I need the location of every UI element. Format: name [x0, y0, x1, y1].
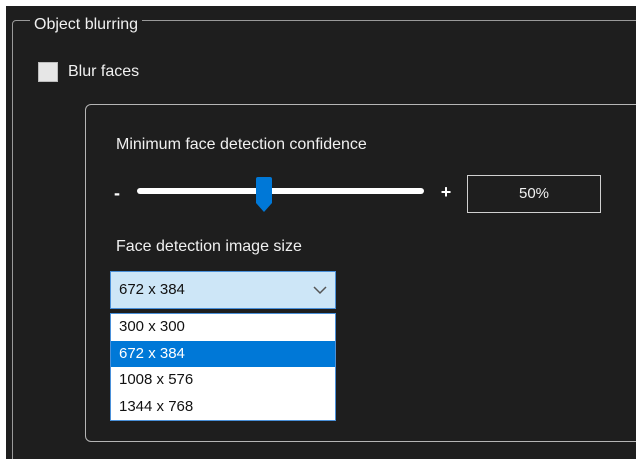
dropdown-option[interactable]: 300 x 300 — [111, 314, 335, 341]
checkbox-box[interactable] — [38, 62, 58, 82]
combo-selected-value: 672 x 384 — [119, 281, 185, 298]
group-title: Object blurring — [30, 16, 143, 34]
image-size-label: Face detection image size — [116, 238, 302, 255]
image-size-combobox[interactable]: 672 x 384 — [110, 271, 336, 309]
blur-faces-label: Blur faces — [68, 63, 140, 80]
increase-button[interactable]: + — [438, 183, 454, 201]
decrease-button[interactable]: - — [110, 184, 124, 202]
chevron-down-icon[interactable] — [313, 284, 327, 296]
confidence-label: Minimum face detection confidence — [116, 136, 367, 153]
image-size-dropdown-list: 300 x 300 672 x 384 1008 x 576 1344 x 76… — [110, 313, 336, 421]
confidence-slider-thumb[interactable] — [255, 177, 273, 213]
dropdown-option[interactable]: 1008 x 576 — [111, 367, 335, 394]
confidence-slider-track[interactable] — [137, 188, 424, 194]
dropdown-option[interactable]: 1344 x 768 — [111, 394, 335, 421]
confidence-value-field[interactable]: 50% — [467, 175, 601, 213]
blur-faces-checkbox[interactable]: Blur faces — [38, 62, 139, 82]
dropdown-option[interactable]: 672 x 384 — [111, 340, 335, 367]
window: Object blurring Blur faces Minimum face … — [0, 0, 636, 459]
